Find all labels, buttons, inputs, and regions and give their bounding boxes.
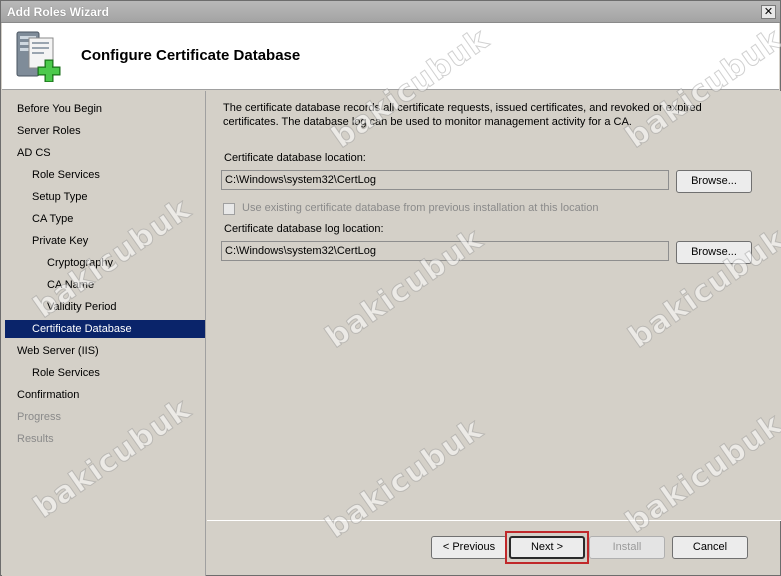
sidebar-item-confirmation[interactable]: Confirmation [17, 386, 202, 404]
footer-divider [207, 520, 781, 521]
server-role-add-icon [16, 31, 61, 82]
log-location-field[interactable]: C:\Windows\system32\CertLog [221, 241, 669, 261]
install-button: Install [589, 536, 665, 559]
page-title: Configure Certificate Database [81, 47, 301, 64]
sidebar-item-progress: Progress [17, 411, 62, 423]
window-title: Add Roles Wizard [7, 5, 109, 19]
use-existing-db-checkbox[interactable] [223, 203, 235, 215]
sidebar-item-private-key[interactable]: Private Key [32, 232, 202, 250]
next-button[interactable]: Next > [509, 536, 585, 559]
browse-db-location-button[interactable]: Browse... [676, 170, 752, 193]
wizard-header: Configure Certificate Database [2, 23, 779, 90]
cancel-button[interactable]: Cancel [672, 536, 748, 559]
sidebar-item-validity-period[interactable]: Validity Period [47, 298, 202, 316]
sidebar-item-iis-role-services[interactable]: Role Services [32, 364, 202, 382]
wizard-content: The certificate database records all cer… [207, 91, 781, 520]
log-location-label: Certificate database log location: [224, 223, 384, 235]
sidebar-item-role-services[interactable]: Role Services [32, 166, 202, 184]
sidebar-item-setup-type[interactable]: Setup Type [32, 188, 202, 206]
sidebar-item-server-roles[interactable]: Server Roles [17, 122, 202, 140]
previous-button[interactable]: < Previous [431, 536, 507, 559]
sidebar-item-web-server-iis[interactable]: Web Server (IIS) [17, 342, 202, 360]
close-button[interactable]: ✕ [761, 5, 776, 19]
sidebar-item-results: Results [17, 433, 54, 445]
add-roles-wizard-window: Add Roles Wizard ✕ Configure Certificate… [0, 0, 781, 576]
wizard-steps-sidebar: Before You Begin Server Roles AD CS Role… [2, 91, 206, 576]
page-description: The certificate database records all cer… [223, 102, 702, 128]
use-existing-db-label: Use existing certificate database from p… [242, 202, 599, 214]
db-location-label: Certificate database location: [224, 152, 366, 164]
browse-log-location-button[interactable]: Browse... [676, 241, 752, 264]
title-bar[interactable]: Add Roles Wizard ✕ [1, 1, 780, 23]
sidebar-item-certificate-database[interactable]: Certificate Database [5, 320, 205, 338]
sidebar-item-cryptography[interactable]: Cryptography [47, 254, 202, 272]
sidebar-item-before-you-begin[interactable]: Before You Begin [17, 100, 202, 118]
sidebar-item-ca-name[interactable]: CA Name [47, 276, 202, 294]
sidebar-item-ad-cs[interactable]: AD CS [17, 144, 202, 162]
db-location-field[interactable]: C:\Windows\system32\CertLog [221, 170, 669, 190]
sidebar-item-ca-type[interactable]: CA Type [32, 210, 202, 228]
